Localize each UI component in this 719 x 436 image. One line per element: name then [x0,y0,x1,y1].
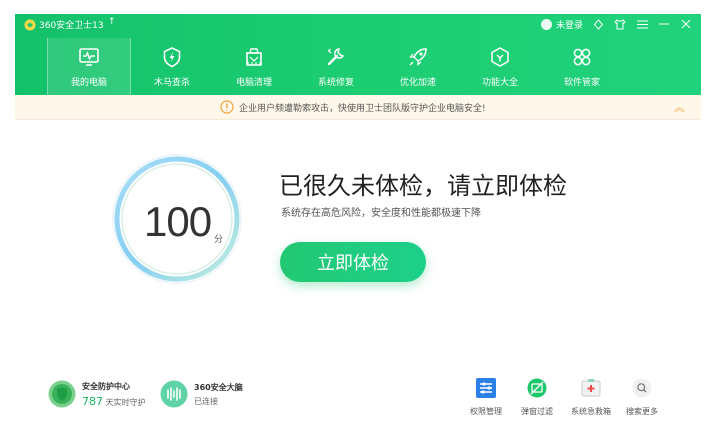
first-aid-icon [581,379,601,397]
nav-label: 功能大全 [481,78,518,88]
nav-label: 我的电脑 [70,78,107,88]
menu-icon[interactable] [635,17,649,31]
main-nav: 我的电脑 木马查杀 电脑清理 系统修复 优化加速 功能大全 软件管家 [47,38,699,95]
shield-bolt-icon [163,47,181,68]
notice-bar[interactable]: 企业用户频遭勒索攻击，快使用卫士团队版守护企业电脑安全! ︽ [15,95,701,120]
nav-label: 木马查杀 [153,78,190,88]
page-title: 已很久未体检，请立即体检 [279,172,567,200]
score-unit: 分 [214,235,224,245]
nav-item-features[interactable]: 功能大全 [459,38,541,95]
tool-popup-filter[interactable]: 弹窗过滤 [513,378,561,417]
arrow-up-icon[interactable]: ↑ [108,17,116,27]
protection-title: 安全防护中心 [82,381,130,391]
tool-permissions[interactable]: 权限管理 [462,378,510,417]
tool-label: 搜索更多 [626,407,658,416]
login-label: 未登录 [555,20,583,31]
permissions-icon [476,378,496,398]
rocket-icon [409,48,427,66]
popup-filter-icon [527,378,547,398]
notice-text[interactable]: 企业用户频遭勒索攻击，快使用卫士团队版守护企业电脑安全! [239,101,486,114]
tool-label: 弹窗过滤 [521,407,553,416]
collapse-icon[interactable]: ︽ [674,99,685,115]
app-title: 360安全卫士13 [39,21,104,31]
score-value: 100 [144,198,212,245]
alert-icon [220,100,234,114]
window-controls: 未登录 [540,17,693,31]
login-button[interactable]: 未登录 [540,18,583,31]
apps-icon [491,47,509,67]
top-header: 360安全卫士13 ↑ 未登录 我的电脑 木马查杀 电脑清理 系统修复 优化加速… [15,14,701,95]
nav-label: 系统修复 [317,78,354,88]
tool-first-aid[interactable]: 系统急救箱 [567,378,615,417]
tool-label: 权限管理 [470,407,502,416]
broom-icon [246,48,262,66]
search-icon [632,378,652,398]
avatar [540,18,552,30]
nav-item-software-manager[interactable]: 软件管家 [541,38,623,95]
protection-suffix: 天实时守护 [105,397,146,407]
title-bar: 360安全卫士13 ↑ 未登录 [15,14,701,36]
protection-center[interactable]: 安全防护中心 787 天实时守护 [48,380,146,408]
monitor-icon [79,48,99,66]
clover-icon [573,48,591,66]
nav-label: 优化加速 [399,78,436,88]
nav-label: 软件管家 [563,78,600,88]
brain-title: 360安全大脑 [194,382,243,392]
skin-icon[interactable] [591,17,605,31]
nav-label: 电脑清理 [235,78,272,88]
nav-item-cleanup[interactable]: 电脑清理 [213,38,295,95]
nav-item-optimize[interactable]: 优化加速 [377,38,459,95]
close-icon[interactable] [679,17,693,31]
brain-icon [160,380,188,408]
tool-search-more[interactable]: 搜索更多 [618,378,666,417]
security-brain[interactable]: 360安全大脑 已连接 [160,380,243,408]
brain-status: 已连接 [194,396,218,406]
protection-days: 787 [82,394,103,408]
minimize-icon[interactable] [657,17,671,31]
app-logo-icon [24,19,36,31]
nav-item-system-repair[interactable]: 系统修复 [295,38,377,95]
nav-item-my-computer[interactable]: 我的电脑 [47,38,131,95]
tool-label: 系统急救箱 [571,407,611,416]
nav-item-trojan-scan[interactable]: 木马查杀 [131,38,213,95]
status-description: 系统存在高危风险，安全度和性能都极速下降 [281,208,481,219]
wrench-icon [327,48,345,66]
start-checkup-button[interactable]: 立即体检 [280,242,426,282]
shirt-icon[interactable] [613,17,627,31]
shield-icon [48,380,76,408]
